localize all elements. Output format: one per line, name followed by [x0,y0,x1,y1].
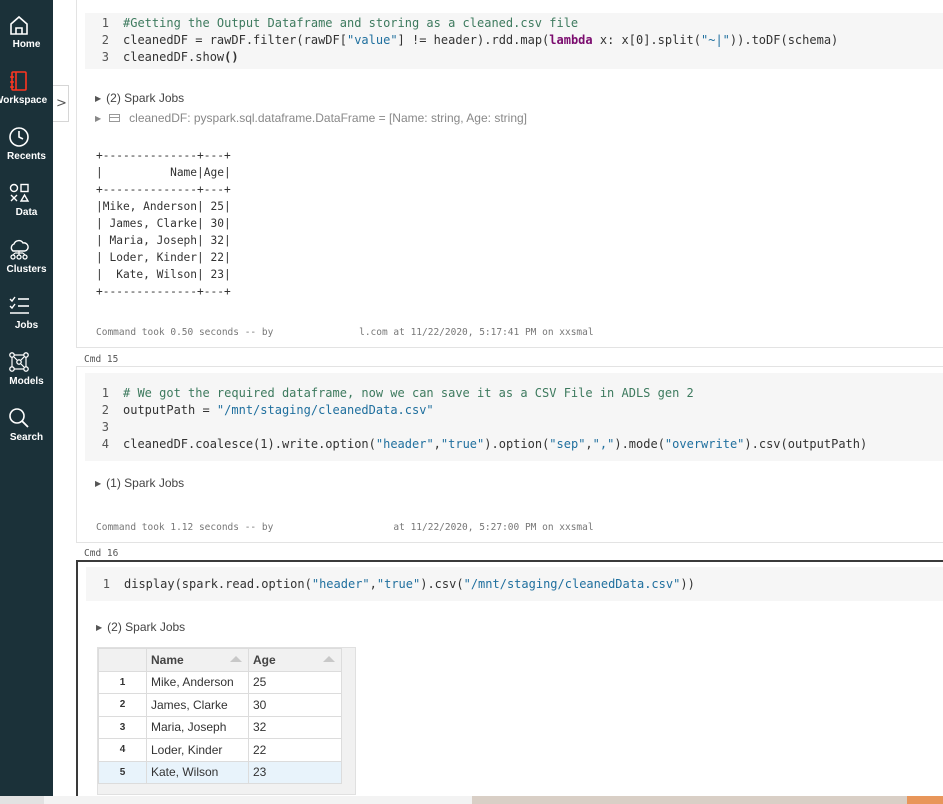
table-icon [109,114,121,122]
line-number: 3 [101,420,109,434]
chevron-right-icon: > [56,96,67,111]
expand-triangle-icon: ▶ [95,114,102,123]
code-line: 3 cleanedDF.show() [85,49,239,66]
code-line: 2 outputPath = "/mnt/staging/cleanedData.… [85,402,434,419]
sidebar-collapse-toggle[interactable]: > [53,85,69,122]
dataframe-schema[interactable]: ▶ cleanedDF: pyspark.sql.dataframe.DataFr… [95,111,527,125]
line-number: 2 [101,403,109,417]
code-line: 3 [85,419,123,436]
spark-jobs-toggle[interactable]: ▶ (2) Spark Jobs [96,620,185,634]
sidebar-item-jobs[interactable]: Jobs [0,295,53,347]
code-editor[interactable]: 1 #Getting the Output Dataframe and stori… [85,13,943,69]
sidebar-item-label: Clusters [6,264,47,275]
sidebar-item-label: Data [15,207,38,218]
code-editor[interactable]: 1 display(spark.read.option("header","tru… [86,567,943,601]
sidebar-item-recents[interactable]: Recents [0,126,53,178]
taskbar-segment [907,796,943,804]
cell-age[interactable]: 32 [248,715,342,739]
code-line: 2 cleanedDF = rawDF.filter(rawDF["value"]… [85,32,839,49]
cell-age[interactable]: 23 [248,760,342,784]
table-row-selected[interactable]: 5 Kate, Wilson 23 [98,760,342,784]
taskbar-segment [472,796,907,804]
row-index: 1 [98,670,147,694]
sidebar-item-label: Home [12,39,41,50]
sidebar-item-label: Workspace [0,95,48,106]
sidebar-item-label: Jobs [14,320,39,331]
notebook-cell[interactable]: 1 #Getting the Output Dataframe and stori… [76,0,943,348]
notebook: 1 #Getting the Output Dataframe and stori… [53,0,943,804]
expand-triangle-icon: ▶ [95,479,102,488]
code-line: 1 # We got the required dataframe, now we… [85,385,694,402]
table-header-row: Name Age [98,648,342,672]
taskbar-segment [44,796,472,804]
cell-age[interactable]: 25 [248,670,342,694]
cmd-label: Cmd 16 [84,548,119,559]
sidebar-item-label: Search [9,432,44,443]
result-table-container: Name Age 1 Mike, Anderson 25 2 James, Cl… [97,647,356,795]
command-duration: Command took 1.12 seconds -- by at 11/22… [96,522,594,533]
row-index: 4 [98,738,147,762]
code-text: # We got the required dataframe, now we … [123,386,694,400]
sidebar-item-clusters[interactable]: Clusters [0,239,53,291]
line-number: 4 [101,437,109,451]
line-number: 2 [101,33,109,47]
line-number: 1 [101,16,109,30]
expand-triangle-icon: ▶ [95,94,102,103]
cell-name[interactable]: Kate, Wilson [146,760,249,784]
sidebar-item-data[interactable]: Data [0,182,53,234]
cell-output: +--------------+---+ | Name|Age| +------… [96,149,231,298]
cell-name[interactable]: Maria, Joseph [146,715,249,739]
sort-icon[interactable] [230,655,242,662]
table-row[interactable]: 4 Loder, Kinder 22 [98,738,342,762]
sidebar-item-models[interactable]: Models [0,351,53,403]
sidebar-item-label: Recents [7,151,46,162]
cell-name[interactable]: Loder, Kinder [146,738,249,762]
code-text: #Getting the Output Dataframe and storin… [123,16,579,30]
cell-name[interactable]: Mike, Anderson [146,670,249,694]
table-row[interactable]: 1 Mike, Anderson 25 [98,670,342,694]
notebook-cell-active[interactable]: 1 display(spark.read.option("header","tru… [76,560,943,804]
sidebar-item-search[interactable]: Search [0,407,53,459]
sidebar-item-label: Models [9,376,44,387]
table-row[interactable]: 2 James, Clarke 30 [98,693,342,717]
code-line: 1 #Getting the Output Dataframe and stori… [85,15,578,32]
table-row[interactable]: 3 Maria, Joseph 32 [98,715,342,739]
cell-age[interactable]: 30 [248,693,342,717]
result-table: Name Age 1 Mike, Anderson 25 2 James, Cl… [98,648,342,784]
row-index: 3 [98,715,147,739]
row-index: 2 [98,693,147,717]
row-index: 5 [98,760,147,784]
cmd-label: Cmd 15 [84,354,119,365]
line-number: 3 [101,50,109,64]
cell-name[interactable]: James, Clarke [146,693,249,717]
sidebar: Home Workspace Recents Data Clusters [0,0,53,804]
spark-jobs-toggle[interactable]: ▶ (1) Spark Jobs [95,476,184,490]
line-number: 1 [102,577,110,591]
code-line: 1 display(spark.read.option("header","tru… [86,576,695,593]
code-line: 4 cleanedDF.coalesce(1).write.option("hea… [85,436,867,453]
code-editor[interactable]: 1 # We got the required dataframe, now we… [85,373,943,461]
sidebar-item-home[interactable]: Home [0,14,53,66]
row-index-header [98,648,147,672]
sidebar-item-workspace[interactable]: Workspace [0,70,53,122]
line-number: 1 [101,386,109,400]
cell-age[interactable]: 22 [248,738,342,762]
notebook-cell[interactable]: 1 # We got the required dataframe, now we… [76,366,943,543]
column-header-age[interactable]: Age [248,648,342,672]
command-duration: Command took 0.50 seconds -- by l.com at… [96,327,594,338]
spark-jobs-toggle[interactable]: ▶ (2) Spark Jobs [95,91,184,105]
column-header-name[interactable]: Name [146,648,249,672]
taskbar-strip [0,796,943,804]
expand-triangle-icon: ▶ [96,623,103,632]
sort-icon[interactable] [323,655,335,662]
